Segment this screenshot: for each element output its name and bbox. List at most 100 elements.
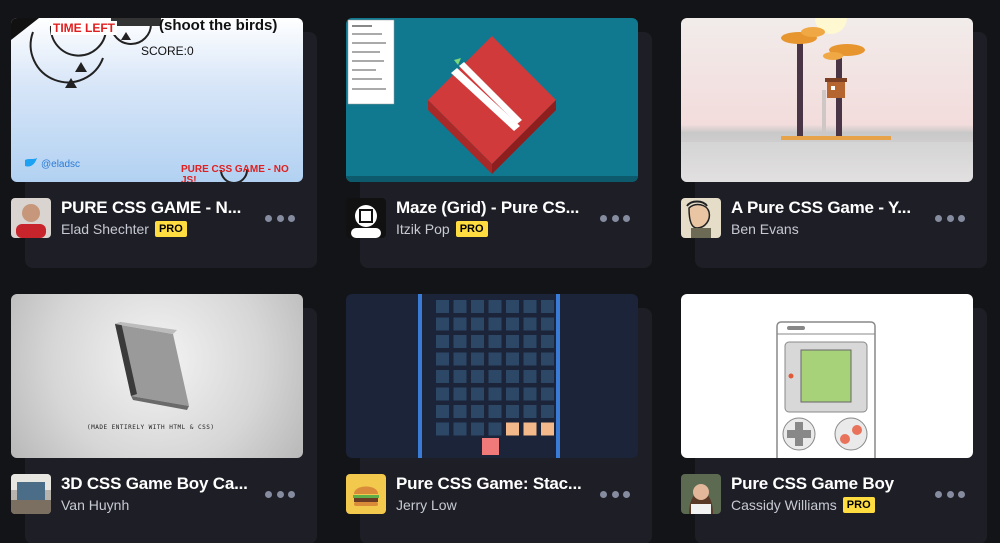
pen-card: (MADE ENTIRELY WITH HTML & CSS) 3D CSS G…	[11, 294, 317, 543]
stack-tile	[488, 387, 502, 401]
stack-tile	[436, 422, 449, 436]
dot-icon	[946, 214, 954, 222]
stack-tile	[506, 387, 519, 401]
author-name[interactable]: Jerry Low	[396, 497, 457, 513]
burger-icon	[353, 486, 379, 506]
gameboy-cartridge-preview	[115, 322, 189, 410]
author-name[interactable]: Cassidy Williams	[731, 497, 837, 513]
avatar-image	[686, 200, 711, 238]
more-options-button[interactable]	[935, 210, 965, 226]
twitter-handle: @eladsc	[41, 159, 81, 170]
author-name[interactable]: Elad Shechter	[61, 221, 149, 237]
stack-tile	[436, 405, 449, 418]
stack-tile	[541, 352, 554, 366]
more-options-button[interactable]	[600, 486, 630, 502]
pen-meta: 3D CSS Game Boy Ca... Van Huynh	[11, 472, 303, 516]
pro-badge[interactable]: PRO	[842, 497, 875, 513]
maze-game-preview	[346, 19, 638, 182]
pen-preview[interactable]	[346, 18, 638, 182]
dot-icon	[946, 490, 954, 498]
stack-tile	[453, 300, 467, 313]
cartridge-caption: (MADE ENTIRELY WITH HTML & CSS)	[87, 424, 215, 431]
pen-title[interactable]: Maze (Grid) - Pure CS...	[396, 198, 586, 218]
stack-tile	[523, 335, 537, 348]
stack-tile	[541, 422, 554, 436]
pen-meta: A Pure CSS Game - Y... Ben Evans	[681, 196, 973, 240]
pen-title[interactable]: A Pure CSS Game - Y...	[731, 198, 921, 218]
stack-tile	[523, 422, 537, 436]
author-name[interactable]: Van Huynh	[61, 497, 129, 513]
dot-icon	[935, 214, 942, 222]
more-options-button[interactable]	[265, 486, 295, 502]
pro-badge[interactable]: PRO	[455, 221, 488, 237]
dot-icon	[958, 490, 965, 498]
pen-preview[interactable]: (MADE ENTIRELY WITH HTML & CSS)	[11, 294, 303, 458]
avatar[interactable]	[681, 474, 721, 514]
stack-tile	[506, 422, 519, 436]
pen-meta: Pure CSS Game: Stac... Jerry Low	[346, 472, 638, 516]
avatar-image	[11, 474, 51, 514]
stack-tile	[488, 300, 502, 313]
pen-meta: Maze (Grid) - Pure CS... Itzik Pop PRO	[346, 196, 638, 240]
author-name[interactable]: Itzik Pop	[396, 221, 450, 237]
dot-icon	[288, 214, 295, 222]
pro-badge[interactable]: PRO	[154, 221, 187, 237]
stack-tile	[523, 317, 537, 331]
stack-tile	[541, 300, 554, 313]
pen-preview[interactable]	[681, 18, 973, 182]
stack-tile	[471, 387, 484, 401]
avatar[interactable]	[11, 198, 51, 238]
avatar[interactable]	[346, 198, 386, 238]
stack-tile	[488, 405, 502, 418]
stack-tile	[523, 370, 537, 383]
more-options-button[interactable]	[935, 486, 965, 502]
treehouse-game-preview	[681, 18, 973, 182]
dot-icon	[276, 214, 284, 222]
pen-title[interactable]: 3D CSS Game Boy Ca...	[61, 474, 251, 494]
stack-tile	[471, 370, 484, 383]
no-js-text: PURE CSS GAME - NO JS!	[181, 164, 289, 182]
stack-tile	[436, 387, 449, 401]
pen-title[interactable]: Pure CSS Game: Stac...	[396, 474, 586, 494]
stack-tile	[506, 317, 519, 331]
author-row: Ben Evans	[731, 220, 799, 238]
stack-tile	[541, 405, 554, 418]
score-text: SCORE:0	[141, 44, 194, 58]
stack-tile	[453, 317, 467, 331]
stack-tile	[453, 422, 467, 436]
dot-icon	[265, 214, 272, 222]
stack-tile	[436, 300, 449, 313]
stack-tile	[506, 335, 519, 348]
author-row: Jerry Low	[396, 496, 457, 514]
pen-preview[interactable]	[346, 294, 638, 458]
pen-title[interactable]: PURE CSS GAME - N...	[61, 198, 251, 218]
pen-title[interactable]: Pure CSS Game Boy	[731, 474, 921, 494]
stack-tile	[523, 352, 537, 366]
shoot-birds-text: (shoot the birds)	[159, 18, 278, 34]
avatar[interactable]	[681, 198, 721, 238]
dot-icon	[623, 214, 630, 222]
gameboy-preview	[776, 321, 876, 458]
stack-tile	[453, 370, 467, 383]
stack-tile	[488, 335, 502, 348]
stack-tile	[436, 352, 449, 366]
stack-tile	[436, 370, 449, 383]
more-options-button[interactable]	[600, 210, 630, 226]
stack-tile	[506, 352, 519, 366]
author-row: Elad Shechter PRO	[61, 220, 187, 238]
stack-tile	[523, 300, 537, 313]
more-options-button[interactable]	[265, 210, 295, 226]
pen-card: Maze (Grid) - Pure CS... Itzik Pop PRO	[346, 18, 652, 268]
author-name[interactable]: Ben Evans	[731, 221, 799, 237]
avatar[interactable]	[11, 474, 51, 514]
stack-tile	[541, 370, 554, 383]
dot-icon	[600, 214, 607, 222]
stack-tile	[471, 422, 484, 436]
stack-tile	[453, 387, 467, 401]
pen-preview[interactable]: TIME LEFT (shoot the birds) SCORE:0 @ela…	[11, 18, 303, 182]
avatar[interactable]	[346, 474, 386, 514]
stack-tile	[453, 335, 467, 348]
pen-card: Pure CSS Game Boy Cassidy Williams PRO	[681, 294, 987, 543]
dot-icon	[265, 490, 272, 498]
pen-preview[interactable]	[681, 294, 973, 458]
